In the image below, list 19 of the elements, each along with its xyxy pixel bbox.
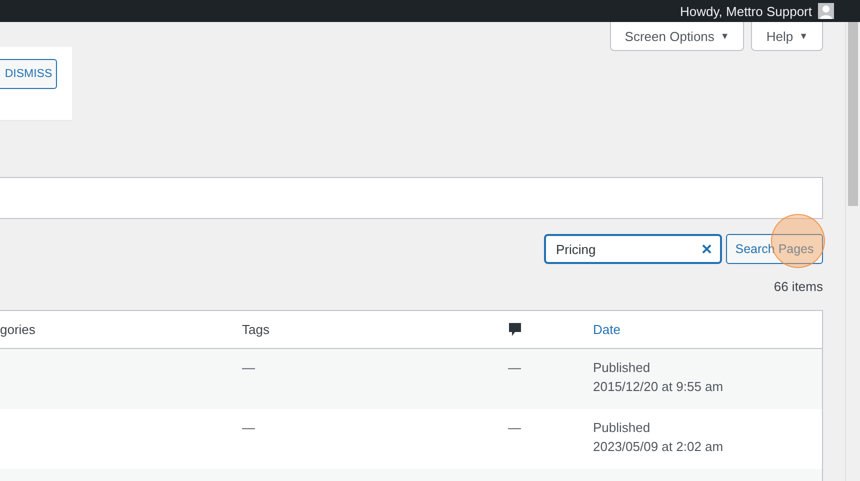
table-cell-text: — — [242, 359, 256, 377]
scrollbar[interactable] — [845, 22, 860, 481]
table-cell-text: Published 2023/05/09 at 2:02 am — [593, 419, 724, 456]
column-header: gories — [0, 322, 36, 337]
screen-meta-button[interactable]: Screen Options ▼ — [610, 22, 744, 51]
table-cell-text: — — [242, 419, 256, 437]
table-cell-text: Published 2015/12/20 at 9:55 am — [593, 359, 724, 396]
table-cell-text: — — [508, 419, 522, 437]
scrollbar-thumb[interactable] — [848, 22, 858, 206]
comment-icon — [508, 322, 522, 337]
avatar-icon[interactable] — [818, 3, 834, 19]
greeting-text[interactable]: Howdy, Mettro Support — [680, 4, 812, 18]
table-cell-text: — — [508, 359, 522, 377]
screen-meta-button[interactable]: Help ▼ — [751, 22, 823, 51]
item-count: 66 items — [772, 279, 823, 296]
column-header: Tags — [242, 322, 270, 337]
search-field[interactable]: Pricing × — [544, 234, 722, 264]
column-header[interactable]: Date — [593, 322, 822, 337]
dismiss-button[interactable]: DISMISS — [0, 59, 57, 89]
